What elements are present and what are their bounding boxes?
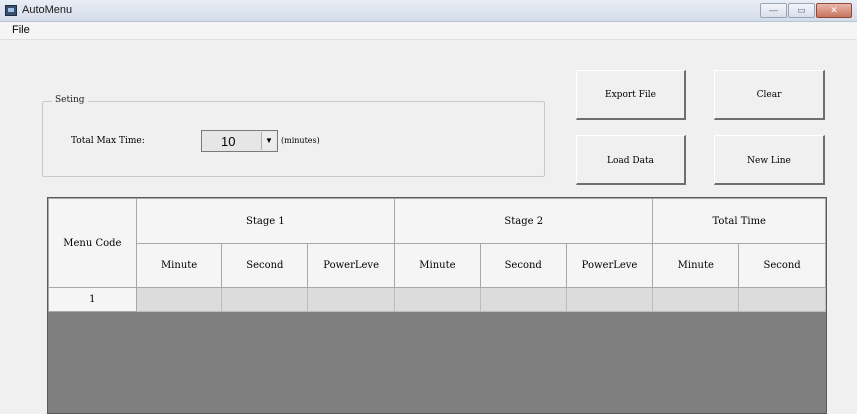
setting-groupbox: Seting Total Max Time: 10 ▼ (minutes) bbox=[42, 95, 545, 177]
table-cell[interactable] bbox=[394, 287, 481, 312]
total-time-header[interactable]: Total Time bbox=[652, 198, 826, 244]
column-header[interactable]: Minute bbox=[135, 243, 223, 288]
clear-label: Clear bbox=[756, 90, 782, 100]
maximize-icon: ▭ bbox=[797, 5, 806, 15]
export-file-button[interactable]: Export File bbox=[576, 70, 686, 120]
menu-file[interactable]: File bbox=[10, 24, 32, 36]
column-header[interactable]: PowerLeve bbox=[307, 243, 396, 288]
new-line-button[interactable]: New Line bbox=[714, 135, 825, 185]
minutes-unit-label: (minutes) bbox=[281, 136, 320, 145]
stage-2-header[interactable]: Stage 2 bbox=[394, 198, 654, 244]
table-cell[interactable] bbox=[479, 287, 567, 312]
table-cell[interactable] bbox=[738, 287, 826, 312]
minimize-button[interactable]: — bbox=[760, 3, 787, 18]
column-header[interactable]: Second bbox=[221, 243, 309, 288]
column-header[interactable]: Minute bbox=[652, 243, 740, 288]
table-cell[interactable] bbox=[652, 287, 740, 312]
app-icon bbox=[5, 5, 17, 16]
stage-1-header[interactable]: Stage 1 bbox=[135, 198, 396, 244]
title-bar: AutoMenu — ▭ ✕ bbox=[0, 0, 857, 22]
export-file-label: Export File bbox=[605, 90, 656, 100]
data-grid[interactable]: Menu Code Stage 1 Stage 2 Total Time Min… bbox=[47, 197, 827, 414]
load-data-label: Load Data bbox=[607, 156, 654, 166]
column-header[interactable]: Minute bbox=[394, 243, 481, 288]
table-cell[interactable] bbox=[221, 287, 309, 312]
column-header[interactable]: PowerLeve bbox=[565, 243, 654, 288]
menu-bar: File bbox=[0, 22, 857, 40]
column-header[interactable]: Second bbox=[479, 243, 567, 288]
minimize-icon: — bbox=[769, 5, 778, 15]
column-header[interactable]: Second bbox=[738, 243, 826, 288]
data-table: Menu Code Stage 1 Stage 2 Total Time Min… bbox=[48, 198, 826, 312]
max-time-select[interactable]: 10 ▼ bbox=[201, 130, 278, 152]
load-data-button[interactable]: Load Data bbox=[576, 135, 686, 185]
new-line-label: New Line bbox=[747, 156, 791, 166]
row-code-cell[interactable]: 1 bbox=[48, 287, 137, 312]
max-time-label: Total Max Time: bbox=[71, 136, 145, 146]
clear-button[interactable]: Clear bbox=[714, 70, 825, 120]
window-title: AutoMenu bbox=[22, 4, 73, 16]
close-icon: ✕ bbox=[830, 5, 838, 15]
table-row[interactable]: 1 bbox=[48, 287, 826, 312]
close-button[interactable]: ✕ bbox=[816, 3, 852, 18]
table-cell[interactable] bbox=[565, 287, 654, 312]
chevron-down-icon[interactable]: ▼ bbox=[261, 132, 276, 150]
setting-legend: Seting bbox=[52, 95, 88, 105]
table-cell[interactable] bbox=[135, 287, 223, 312]
menu-code-header[interactable]: Menu Code bbox=[48, 198, 137, 288]
table-cell[interactable] bbox=[307, 287, 396, 312]
maximize-button[interactable]: ▭ bbox=[788, 3, 815, 18]
max-time-value: 10 bbox=[221, 134, 236, 149]
